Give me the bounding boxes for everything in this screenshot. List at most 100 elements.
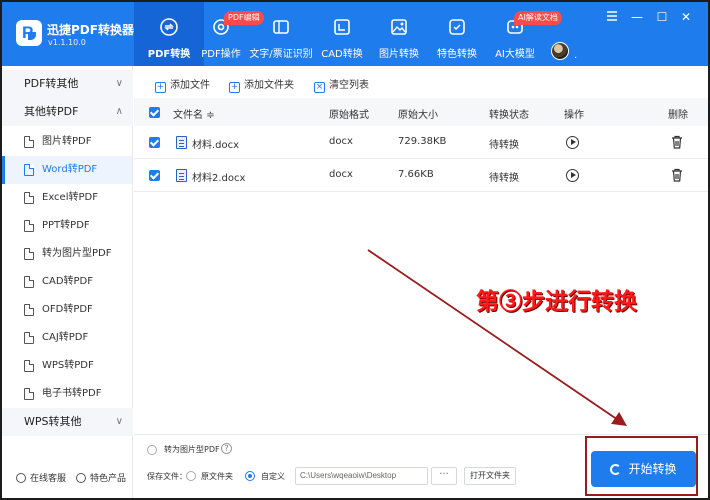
add-file-label: 添加文件: [170, 80, 210, 91]
table-row[interactable]: 材料.docx docx 729.38KB 待转换: [134, 126, 708, 159]
sidebar-item-label: CAD转PDF: [42, 276, 94, 287]
convert-play-icon[interactable]: [566, 136, 579, 149]
tab-label: 特色转换: [437, 49, 477, 60]
row-checkbox[interactable]: [149, 170, 160, 181]
add-file-button[interactable]: + 添加文件: [155, 76, 210, 93]
sidebar-section-other-to-pdf[interactable]: 其他转PDF ∧: [2, 98, 133, 126]
section-label: PDF转其他: [24, 77, 79, 90]
header-format: 原始格式: [329, 110, 369, 121]
header-size: 原始大小: [398, 110, 438, 121]
annotation-text: 第③步进行转换: [476, 288, 637, 315]
word-file-icon: [176, 136, 187, 149]
online-service-link[interactable]: 在线客服: [16, 471, 66, 484]
grid-icon: [76, 473, 86, 483]
trash-icon[interactable]: [671, 168, 683, 182]
clear-list-label: 清空列表: [329, 80, 369, 91]
file-icon: [24, 192, 34, 204]
sidebar-item-word-to-pdf[interactable]: Word转PDF: [2, 156, 132, 184]
sidebar-item-label: 电子书转PDF: [42, 388, 102, 399]
sidebar-item-ppt-to-pdf[interactable]: PPT转PDF: [2, 212, 132, 240]
open-folder-button[interactable]: 打开文件夹: [464, 467, 516, 485]
file-toolbar: + 添加文件 + 添加文件夹 × 清空列表: [134, 66, 708, 98]
table-row[interactable]: 材料2.docx docx 7.66KB 待转换: [134, 159, 708, 192]
file-format: docx: [329, 136, 353, 147]
sidebar-item-label: Word转PDF: [42, 164, 98, 175]
file-icon: [24, 304, 34, 316]
sidebar-item-label: 图片转PDF: [42, 136, 92, 147]
ai-doc-badge[interactable]: AI解读文档: [514, 11, 562, 25]
header-filename[interactable]: 文件名 ≑: [173, 106, 215, 121]
sidebar-item-label: CAJ转PDF: [42, 332, 89, 343]
sidebar-item-label: Excel转PDF: [42, 192, 98, 203]
menu-icon[interactable]: [605, 10, 619, 24]
sidebar-item-cad-to-pdf[interactable]: CAD转PDF: [2, 268, 132, 296]
file-name: 材料2.docx: [192, 173, 246, 184]
original-folder-radio[interactable]: [186, 471, 196, 481]
app-name: 迅捷PDF转换器: [47, 23, 134, 37]
maximize-button[interactable]: ☐: [655, 10, 669, 24]
clear-list-button[interactable]: × 清空列表: [314, 76, 369, 93]
header-delete: 删除: [668, 110, 688, 121]
file-name: 材料.docx: [192, 140, 240, 151]
tab-cad[interactable]: CAD转换: [317, 2, 367, 66]
file-icon: [24, 248, 34, 260]
add-folder-button[interactable]: + 添加文件夹: [229, 76, 294, 93]
trash-icon[interactable]: [671, 135, 683, 149]
footer-label: 在线客服: [30, 474, 67, 484]
browse-button[interactable]: ···: [431, 467, 457, 485]
tab-image[interactable]: 图片转换: [374, 2, 424, 66]
chevron-down-icon: ∨: [115, 78, 123, 89]
tab-pdf-convert[interactable]: PDF转换: [134, 2, 204, 66]
sidebar-section-wps-to-other[interactable]: WPS转其他 ∨: [2, 408, 133, 436]
to-image-pdf-radio[interactable]: [147, 445, 157, 455]
sidebar: PDF转其他 ∨ 其他转PDF ∧ 图片转PDF Word转PDF Excel转…: [2, 66, 133, 498]
file-icon: [24, 332, 34, 344]
sidebar-section-pdf-to-other[interactable]: PDF转其他 ∨: [2, 70, 133, 98]
app-window: P 迅捷PDF转换器 v1.1.10.0 PDF转换 PDF操作 PDF编辑 文…: [0, 0, 710, 500]
file-size: 729.38KB: [398, 136, 447, 147]
file-icon: [24, 164, 34, 176]
cad-icon: [334, 19, 350, 35]
special-icon: [449, 19, 465, 35]
tab-ocr[interactable]: 文字/票证识别: [247, 2, 315, 66]
custom-folder-radio[interactable]: [245, 471, 255, 481]
minimize-button[interactable]: —: [630, 10, 644, 24]
chevron-down-icon: ∨: [115, 416, 123, 427]
sidebar-item-caj-to-pdf[interactable]: CAJ转PDF: [2, 324, 132, 352]
file-status: 待转换: [489, 140, 519, 151]
save-location-label: 保存文件：: [147, 472, 187, 481]
table-header: 文件名 ≑ 原始格式 原始大小 转换状态 操作 删除: [134, 98, 708, 126]
section-label: 其他转PDF: [24, 105, 79, 118]
chevron-up-icon: ∧: [115, 106, 123, 117]
file-icon: [24, 276, 34, 288]
sidebar-item-to-image-pdf[interactable]: 转为图片型PDF: [2, 240, 132, 268]
help-icon[interactable]: ?: [221, 443, 232, 454]
section-label: WPS转其他: [24, 415, 82, 428]
featured-products-link[interactable]: 特色产品: [76, 471, 126, 484]
file-icon: [24, 360, 34, 372]
tab-special[interactable]: 特色转换: [432, 2, 482, 66]
annotation-highlight-box: [585, 436, 698, 496]
sidebar-item-image-to-pdf[interactable]: 图片转PDF: [2, 128, 132, 156]
sidebar-item-label: 转为图片型PDF: [42, 248, 112, 259]
sidebar-item-ebook-to-pdf[interactable]: 电子书转PDF: [2, 380, 132, 408]
footer-label: 特色产品: [90, 474, 127, 484]
app-logo: P: [16, 20, 42, 46]
file-icon: [24, 136, 34, 148]
convert-icon: [160, 18, 178, 36]
output-path-input[interactable]: C:\Users\wqeaoiw\Desktop: [295, 467, 428, 485]
title-bar: P 迅捷PDF转换器 v1.1.10.0 PDF转换 PDF操作 PDF编辑 文…: [2, 2, 708, 66]
row-checkbox[interactable]: [149, 137, 160, 148]
menu-lines-icon: [607, 11, 617, 21]
file-format: docx: [329, 169, 353, 180]
sidebar-item-wps-to-pdf[interactable]: WPS转PDF: [2, 352, 132, 380]
headset-icon: [16, 473, 26, 483]
file-icon: [24, 388, 34, 400]
sidebar-item-excel-to-pdf[interactable]: Excel转PDF: [2, 184, 132, 212]
sidebar-item-ofd-to-pdf[interactable]: OFD转PDF: [2, 296, 132, 324]
select-all-checkbox[interactable]: [149, 107, 160, 118]
header-filename-label: 文件名: [173, 110, 203, 121]
close-button[interactable]: ✕: [679, 10, 693, 24]
convert-play-icon[interactable]: [566, 169, 579, 182]
user-avatar[interactable]: [551, 42, 569, 60]
